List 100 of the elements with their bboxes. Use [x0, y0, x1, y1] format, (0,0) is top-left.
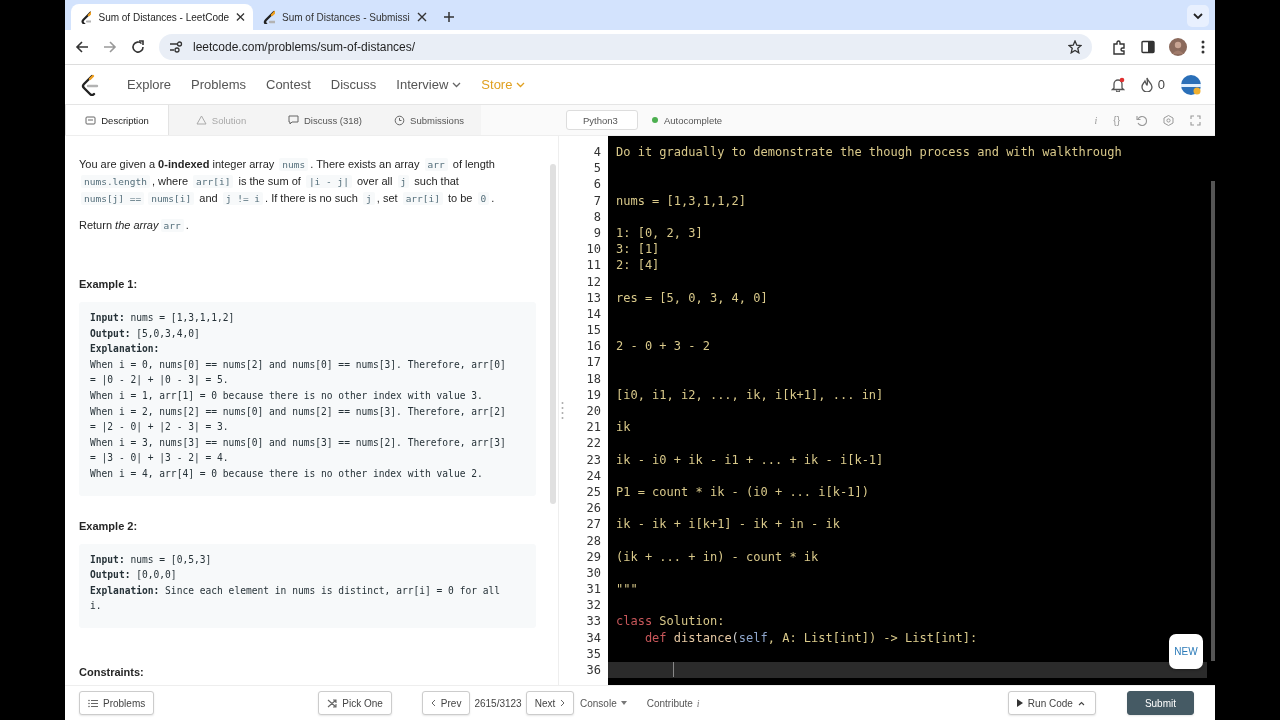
code-line[interactable]: 1: [0, 2, 3] — [608, 224, 1207, 242]
next-button[interactable]: Next — [525, 691, 575, 715]
nav-link[interactable]: Problems — [191, 77, 246, 92]
close-icon[interactable] — [417, 12, 427, 22]
comment-icon — [287, 114, 299, 126]
console-toggle[interactable]: Console — [580, 697, 627, 709]
line-number: 22 — [585, 435, 602, 452]
line-number: 34 — [585, 629, 602, 646]
language-dropdown[interactable]: Python3 — [566, 110, 638, 130]
code-line[interactable]: 2 - 0 + 3 - 2 — [608, 338, 1207, 355]
example-block: Input: nums = [1,3,1,1,2] Output: [5,0,3,4,0] Explanation: When i = 0, nums[0] == nums[2] and nums[0] == nums[3]. Therefore, arr[0] = |0 - 2| + |0 - 3| = 5. When i = 1, arr[1] = 0 because there is no other index with value 3. When i = 2, nums[2] == nums[0] and nums[2] == nums[3]. Therefore, arr[2] = |2 - 0| + |2 - 3| = 3. When i = 3, nums[3] == nums[0] and nums[3] == nums[2]. Therefore, arr[3] = |3 - 0| + |3 - 2| = 4. When i = 4, arr[4] = 0 because there is no other index with value 2. — [79, 302, 536, 496]
pick-one-button[interactable]: Pick One — [318, 691, 392, 715]
line-number: 36 — [585, 662, 602, 679]
text-cursor — [673, 662, 674, 677]
code-line[interactable]: res = [5, 0, 3, 4, 0] — [608, 289, 1207, 306]
chevron-down-icon[interactable] — [1187, 5, 1209, 27]
code-line[interactable]: (ik + ... + in) - count * ik — [608, 548, 1207, 565]
caret-icon — [452, 81, 462, 88]
nav-link[interactable]: Contest — [266, 77, 311, 92]
code-line[interactable]: nums = [1,3,1,1,2] — [608, 192, 1207, 209]
reset-icon[interactable] — [1136, 114, 1147, 126]
star-icon[interactable] — [1068, 40, 1082, 54]
resize-handle[interactable] — [561, 400, 564, 421]
autocomplete-toggle[interactable]: Autocomplete — [652, 114, 723, 126]
user-avatar[interactable] — [1181, 74, 1201, 95]
streak-counter[interactable]: 0 — [1140, 77, 1165, 92]
line-number: 30 — [585, 564, 602, 582]
panel-tab[interactable]: Submissions — [377, 105, 481, 135]
line-number: 16 — [585, 338, 602, 355]
line-number: 15 — [585, 322, 602, 339]
site-settings-icon[interactable] — [169, 41, 183, 53]
line-number: 12 — [585, 273, 602, 290]
favicon-icon — [79, 10, 92, 24]
play-icon — [1016, 699, 1023, 707]
example-heading: Example 2: — [79, 518, 139, 534]
bell-icon[interactable] — [1110, 77, 1125, 92]
scrollbar[interactable] — [1211, 181, 1215, 661]
line-number: 11 — [585, 257, 602, 274]
flame-icon — [1140, 77, 1153, 92]
shuffle-icon — [327, 698, 338, 708]
browser-tab[interactable]: Sum of Distances - Submissi — [253, 4, 435, 30]
line-number: 28 — [585, 532, 602, 549]
code-line[interactable]: ik — [608, 419, 1207, 436]
line-number: 13 — [585, 289, 602, 306]
code-line[interactable]: P1 = count * ik - (i0 + ... i[k-1]) — [608, 483, 1207, 501]
contribute-link[interactable]: Contribute i — [646, 697, 700, 709]
panel-tab[interactable]: Discuss (318) — [273, 105, 377, 135]
line-number: 29 — [585, 548, 602, 565]
reload-icon[interactable] — [131, 40, 145, 54]
code-line[interactable]: class Solution: — [608, 613, 1207, 630]
line-number: 26 — [585, 500, 602, 517]
browser-tab[interactable]: Sum of Distances - LeetCode — [71, 4, 253, 30]
chevron-right-icon — [560, 699, 566, 707]
code-line[interactable]: 3: [1] — [608, 241, 1207, 258]
line-number: 4 — [592, 144, 602, 161]
line-number: 27 — [585, 516, 602, 533]
forward-icon[interactable] — [103, 40, 117, 54]
code-line[interactable]: """ — [608, 581, 1207, 598]
code-line[interactable]: [i0, i1, i2, ..., ik, i[k+1], ... in] — [608, 386, 1207, 403]
line-number: 33 — [585, 613, 602, 630]
run-code-button[interactable]: Run Code — [1007, 691, 1096, 715]
code-line[interactable]: ik - ik + i[k+1] - ik + in - ik — [608, 516, 1207, 533]
problem-text: Return the array arr . — [79, 218, 190, 234]
constraints-heading: Constraints: — [79, 664, 145, 680]
line-number: 20 — [585, 403, 602, 420]
problems-button[interactable]: Problems — [79, 691, 155, 715]
description-icon — [85, 114, 97, 126]
submit-button[interactable]: Submit — [1126, 691, 1194, 715]
line-number: 8 — [592, 208, 602, 225]
close-icon[interactable] — [236, 12, 245, 22]
chevron-left-icon — [430, 699, 436, 707]
line-number: 6 — [592, 176, 602, 193]
nav-link[interactable]: Explore — [127, 77, 172, 92]
nav-link[interactable]: Discuss — [330, 77, 377, 92]
new-tab-icon[interactable] — [443, 11, 455, 23]
code-line[interactable]: ik - i0 + ik - i1 + ... + ik - i[k-1] — [608, 451, 1207, 468]
warning-icon — [195, 114, 207, 126]
code-line[interactable]: Do it gradually to demonstrate the though process and with walkthrough — [608, 144, 1207, 161]
prev-button[interactable]: Prev — [421, 691, 471, 715]
line-number: 25 — [585, 483, 602, 501]
profile-avatar[interactable] — [1169, 38, 1187, 56]
line-number: 14 — [585, 305, 602, 323]
caret-up-icon — [1077, 700, 1085, 706]
nav-link[interactable]: Interview — [396, 77, 462, 92]
favicon-icon — [261, 10, 275, 24]
address-bar[interactable]: leetcode.com/problems/sum-of-distances/ — [159, 34, 1092, 60]
active-line-highlight[interactable] — [608, 662, 1207, 679]
side-panel-icon[interactable] — [1141, 40, 1155, 54]
scrollbar[interactable] — [550, 164, 556, 504]
more-icon[interactable] — [1201, 40, 1205, 54]
code-line[interactable]: 2: [4] — [608, 257, 1207, 274]
line-number: 32 — [585, 597, 602, 614]
puzzle-icon[interactable] — [1112, 39, 1127, 55]
logo-icon — [79, 73, 101, 96]
example-heading: Example 1: — [79, 277, 139, 292]
back-icon[interactable] — [75, 40, 89, 54]
problem-text: You are given a 0-indexed integer array nums . There exists an array arr of length nums.length , where arr[i] is the sum of |i - j| over all j such that nums[j] == nums[i] and j != i . If there is no such j , set arr[i] to be 0 . — [79, 157, 496, 207]
line-number: 7 — [592, 192, 602, 209]
panel-tab[interactable]: Description — [65, 105, 169, 135]
new-badge[interactable]: NEW — [1169, 634, 1203, 669]
